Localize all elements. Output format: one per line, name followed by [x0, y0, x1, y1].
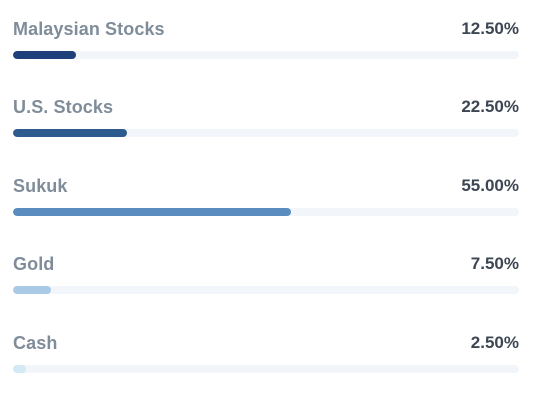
progress-track [13, 208, 519, 216]
allocation-row-malaysian-stocks: Malaysian Stocks 12.50% [13, 18, 519, 78]
progress-fill [13, 51, 77, 59]
allocation-percent: 2.50% [470, 333, 519, 352]
allocation-label: U.S. Stocks [13, 97, 114, 117]
progress-fill [13, 129, 127, 137]
allocation-percent: 7.50% [470, 254, 519, 273]
allocation-label: Cash [13, 333, 58, 353]
allocation-percent: 55.00% [461, 176, 519, 195]
allocation-label: Sukuk [13, 176, 68, 196]
progress-track [13, 51, 519, 59]
progress-fill [13, 365, 26, 373]
allocation-row-gold: Gold 7.50% [13, 253, 519, 313]
allocation-list: Malaysian Stocks 12.50% U.S. Stocks 22.5… [0, 0, 543, 400]
allocation-row-sukuk: Sukuk 55.00% [13, 175, 519, 235]
allocation-row-us-stocks: U.S. Stocks 22.50% [13, 96, 519, 156]
progress-fill [13, 208, 292, 216]
progress-track [13, 286, 519, 294]
allocation-percent: 22.50% [461, 97, 519, 116]
allocation-percent: 12.50% [461, 19, 519, 38]
allocation-label: Gold [13, 254, 55, 274]
progress-track [13, 365, 519, 373]
progress-fill [13, 286, 51, 294]
allocation-row-cash: Cash 2.50% [13, 332, 519, 392]
progress-track [13, 129, 519, 137]
allocation-label: Malaysian Stocks [13, 19, 165, 39]
